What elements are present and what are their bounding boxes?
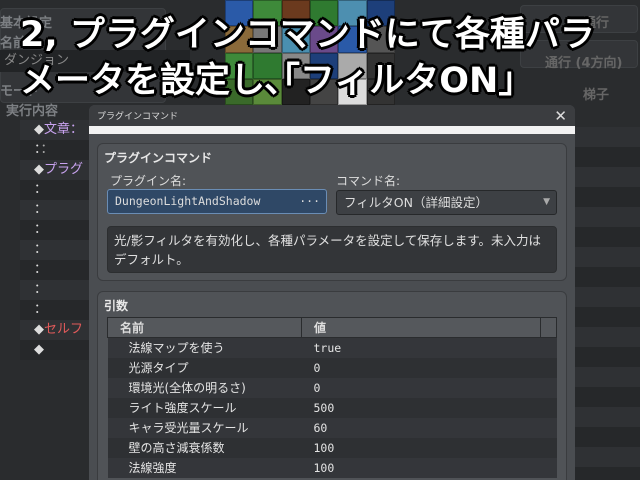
command-name-value: フィルタON（詳細設定） <box>344 195 488 210</box>
argument-name: 壁の高さ減衰係数 <box>107 437 302 458</box>
event-marker: ◆ <box>34 162 44 177</box>
event-list-item[interactable]: ： <box>20 260 100 280</box>
event-list-item[interactable]: ◆ <box>20 340 100 360</box>
argument-name: 光源タイプ <box>107 357 302 378</box>
close-icon[interactable]: ✕ <box>554 107 567 125</box>
argument-value[interactable]: 60 <box>301 417 557 438</box>
argument-value[interactable]: 100 <box>301 437 557 458</box>
event-list-item[interactable]: ： <box>20 180 100 200</box>
caption-line-1: 2, プラグインコマンドにて各種パラ <box>20 15 595 55</box>
event-command-list[interactable]: ◆文章：：： ◆プラグ：：：：：：： ◆セルフ ◆ <box>20 120 100 480</box>
caption-line-2: メータを設定し､｢フィルタON｣ <box>20 61 516 101</box>
event-list-item[interactable]: ： <box>20 280 100 300</box>
event-list-item[interactable]: ◆文章： <box>20 120 100 140</box>
command-name-label: コマンド名: <box>336 174 401 188</box>
caption-overlay: 2, プラグインコマンドにて各種パラ メータを設定し､｢フィルタON｣ <box>20 12 635 104</box>
dialog-toolbar <box>89 126 575 134</box>
list-background <box>575 127 640 480</box>
browse-button[interactable]: ··· <box>299 190 320 213</box>
plugin-name-label: プラグイン名: <box>110 174 187 188</box>
event-list-item[interactable]: ： <box>20 300 100 320</box>
event-list-item[interactable]: ： <box>20 220 100 240</box>
column-header-value[interactable]: 値 <box>301 317 541 338</box>
event-marker: ： <box>34 202 48 217</box>
event-marker: ◆ <box>34 342 44 357</box>
event-marker: ： <box>34 302 48 317</box>
event-text: セルフ <box>44 322 84 337</box>
event-marker: ： <box>34 222 48 237</box>
event-list-item[interactable]: ◆プラグ <box>20 160 100 180</box>
argument-name: 法線マップを使う <box>107 337 302 358</box>
event-marker: ： <box>34 242 48 257</box>
plugin-name-value: DungeonLightAndShadow <box>115 194 261 208</box>
event-marker: ： <box>34 262 48 277</box>
plugin-name-field[interactable]: DungeonLightAndShadow ··· <box>107 189 327 214</box>
argument-name: キャラ受光量スケール <box>107 417 302 438</box>
event-list-item[interactable]: ：： <box>20 140 100 160</box>
event-text: プラグ <box>44 162 84 177</box>
argument-name: 法線強度 <box>107 457 302 478</box>
arguments-group: 引数 名前 値 法線マップを使う true 光源タイプ 0 環境光(全体の明るさ) 0 ライ… <box>97 291 567 480</box>
column-header-extra <box>540 317 557 338</box>
event-list-item[interactable]: ： <box>20 200 100 220</box>
table-row[interactable]: ライト強度スケール 500 <box>107 397 557 418</box>
table-row[interactable]: 環境光(全体の明るさ) 0 <box>107 377 557 398</box>
argument-value[interactable]: 100 <box>301 457 557 478</box>
argument-value[interactable]: 500 <box>301 397 557 418</box>
chevron-down-icon: ▼ <box>543 197 550 207</box>
argument-name: ライト強度スケール <box>107 397 302 418</box>
table-row[interactable]: キャラ受光量スケール 60 <box>107 417 557 438</box>
table-row[interactable]: 法線マップを使う true <box>107 337 557 358</box>
plugin-command-group: プラグインコマンド プラグイン名: DungeonLightAndShadow … <box>97 143 567 281</box>
table-row[interactable]: 法線強度 100 <box>107 457 557 478</box>
event-list-item[interactable]: ◆セルフ <box>20 320 100 340</box>
argument-name: 環境光(全体の明るさ) <box>107 377 302 398</box>
command-name-select[interactable]: フィルタON（詳細設定） ▼ <box>336 190 557 215</box>
event-marker: ◆ <box>34 122 44 137</box>
table-row[interactable]: 壁の高さ減衰係数 100 <box>107 437 557 458</box>
argument-value[interactable]: 0 <box>301 357 557 378</box>
event-marker: ： <box>34 182 48 197</box>
group-title: 引数 <box>104 299 129 313</box>
plugin-command-dialog: プラグインコマンド ✕ プラグインコマンド プラグイン名: DungeonLig… <box>89 105 575 480</box>
column-header-name[interactable]: 名前 <box>107 317 302 338</box>
arguments-table: 名前 値 法線マップを使う true 光源タイプ 0 環境光(全体の明るさ) 0 ライト強度… <box>107 317 557 478</box>
group-title: プラグインコマンド <box>104 151 213 165</box>
event-marker: ◆ <box>34 322 44 337</box>
argument-value[interactable]: true <box>301 337 557 358</box>
event-list-item[interactable]: ： <box>20 240 100 260</box>
command-description: 光/影フィルタを有効化し、各種パラメータを設定して保存します。未入力はデフォルト… <box>107 226 557 273</box>
event-text: ： <box>40 142 54 157</box>
dialog-title: プラグインコマンド <box>89 105 575 126</box>
table-row[interactable]: 光源タイプ 0 <box>107 357 557 378</box>
event-marker: ： <box>34 282 48 297</box>
event-text: 文章： <box>44 122 84 137</box>
argument-value[interactable]: 0 <box>301 377 557 398</box>
